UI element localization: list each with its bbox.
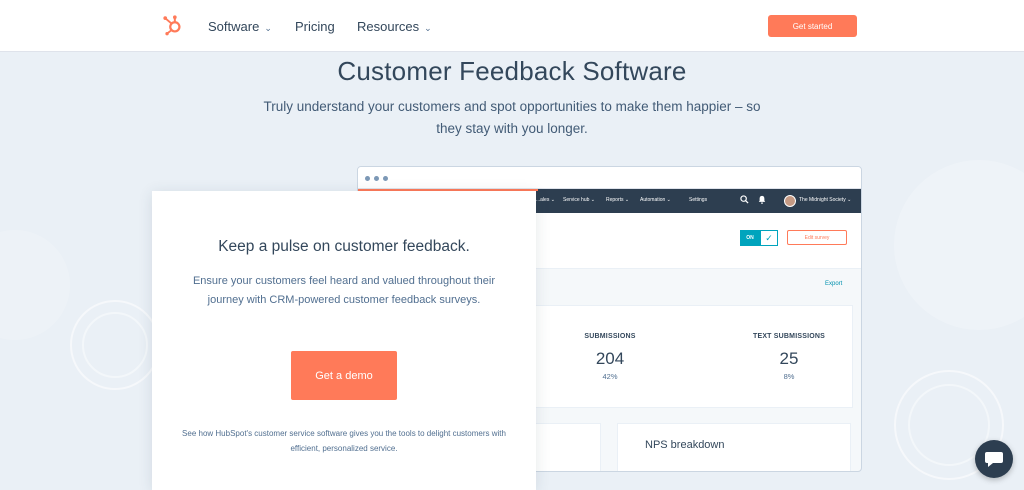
- account-menu: The Midnight Society ⌄: [799, 197, 852, 203]
- stat-percent: 42%: [602, 372, 618, 381]
- feature-card: Keep a pulse on customer feedback. Ensur…: [152, 191, 536, 490]
- edit-survey-button: Edit survey: [787, 230, 847, 245]
- app-nav-item: Reports ⌄: [606, 197, 630, 203]
- stat-label: SUBMISSIONS: [584, 333, 636, 340]
- page-subtitle: Truly understand your customers and spot…: [263, 99, 761, 136]
- decorative-circle: [0, 230, 70, 340]
- stat-value: 204: [595, 349, 625, 368]
- bell-icon: [758, 195, 766, 204]
- window-dot-icon: [365, 176, 370, 181]
- chevron-down-icon: ⌄: [264, 23, 272, 33]
- check-icon: ✓: [760, 230, 778, 246]
- app-nav-item: Automation ⌄: [640, 197, 671, 203]
- stat-submissions: SUBMISSIONS 204 42%: [550, 333, 670, 381]
- app-nav-item: Settings: [689, 197, 708, 203]
- nps-title: NPS breakdown: [645, 439, 725, 451]
- export-link: Export: [825, 281, 843, 287]
- survey-toggle: ON ✓: [740, 230, 778, 246]
- get-a-demo-button[interactable]: Get a demo: [291, 351, 397, 400]
- nav-item-pricing[interactable]: Pricing: [295, 19, 335, 34]
- decorative-circle: [894, 160, 1024, 330]
- window-dot-icon: [383, 176, 388, 181]
- feature-heading: Keep a pulse on customer feedback.: [218, 238, 470, 255]
- app-nav-item: ...ales ⌄: [536, 197, 555, 203]
- avatar: [784, 195, 796, 207]
- app-nav-item: Service hub ⌄: [563, 197, 595, 203]
- top-nav: Software ⌄ Pricing Resources ⌄ Get started: [0, 0, 1024, 52]
- nav-item-resources[interactable]: Resources ⌄: [357, 19, 432, 34]
- hubspot-sprocket-icon[interactable]: [162, 14, 184, 36]
- toggle-on-label: ON: [740, 230, 760, 246]
- nps-card: NPS breakdown: [617, 423, 851, 471]
- decorative-ring: [82, 312, 148, 378]
- get-started-button[interactable]: Get started: [768, 15, 857, 37]
- nav-item-label: Software: [208, 19, 260, 34]
- stat-label: TEXT SUBMISSIONS: [752, 333, 826, 340]
- feature-footnote: See how HubSpot's customer service softw…: [182, 429, 506, 453]
- page-title: Customer Feedback Software: [337, 56, 687, 86]
- stat-value: 25: [779, 349, 799, 368]
- nav-item-label: Resources: [357, 19, 420, 34]
- stat-text-submissions: TEXT SUBMISSIONS 25 8%: [729, 333, 849, 381]
- stat-percent: 8%: [783, 372, 795, 381]
- chevron-down-icon: ⌄: [424, 23, 432, 33]
- window-dot-icon: [374, 176, 379, 181]
- feature-description: Ensure your customers feel heard and val…: [192, 275, 496, 306]
- chat-widget-button[interactable]: [975, 440, 1013, 478]
- search-icon: [740, 195, 749, 204]
- browser-titlebar: [358, 167, 861, 189]
- chat-bubble-icon: [985, 452, 1003, 467]
- nav-item-software[interactable]: Software ⌄: [208, 19, 272, 34]
- nav-item-label: Pricing: [295, 19, 335, 34]
